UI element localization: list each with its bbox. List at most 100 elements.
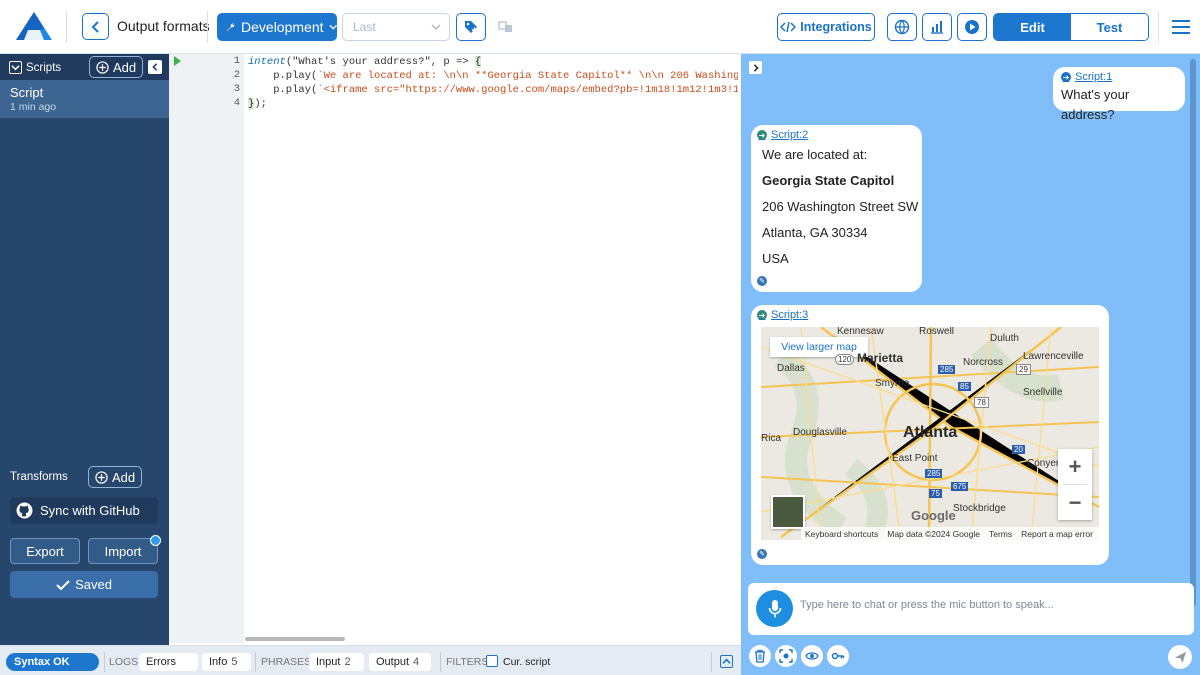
input-filter[interactable]: Input 2 — [309, 653, 364, 671]
code-line[interactable]: }); — [248, 97, 738, 111]
chevron-up-icon — [722, 658, 731, 664]
microphone-icon — [768, 599, 781, 617]
script-source-link[interactable]: ➜ Script:3 — [757, 309, 1109, 321]
run-line-icon[interactable] — [174, 56, 181, 66]
branch-dropdown[interactable]: Development — [217, 13, 337, 41]
line-number: 2 — [233, 69, 240, 81]
clear-chat-button[interactable] — [749, 645, 771, 667]
info-filter[interactable]: Info 5 — [202, 653, 251, 671]
tab-edit[interactable]: Edit — [994, 14, 1071, 40]
output-filter[interactable]: Output 4 — [369, 653, 431, 671]
report-error-link[interactable]: Report a map error — [1021, 529, 1093, 539]
line-number: 3 — [233, 83, 240, 95]
embedded-map[interactable]: View larger map Kennesaw Roswell Duluth … — [761, 327, 1099, 540]
map-label: Duluth — [990, 333, 1019, 344]
analytics-button[interactable] — [922, 13, 952, 41]
integrations-button[interactable]: Integrations — [777, 13, 875, 41]
scripts-toggle[interactable]: Scripts — [9, 61, 61, 74]
map-label: Atlanta — [903, 424, 958, 441]
saved-button[interactable]: Saved — [10, 571, 158, 598]
map-label: Kennesaw — [837, 327, 884, 337]
divider — [440, 652, 441, 672]
edit-icon[interactable]: ✎ — [757, 549, 767, 559]
satellite-toggle[interactable] — [771, 495, 805, 529]
import-label: Import — [104, 543, 142, 559]
code-line[interactable]: intent("What's your address?", p => { — [248, 55, 738, 69]
add-label: Add — [112, 469, 136, 485]
errors-filter[interactable]: Errors — [139, 653, 198, 671]
road-shield: 675 — [951, 482, 969, 491]
edit-icon[interactable]: ✎ — [757, 276, 767, 286]
integrations-label: Integrations — [800, 20, 872, 34]
export-button[interactable]: Export — [10, 538, 80, 564]
chat-input-placeholder[interactable]: Type here to chat or press the mic butto… — [800, 599, 1054, 611]
collapse-chat-button[interactable] — [749, 61, 762, 74]
current-script-checkbox[interactable] — [486, 655, 498, 667]
auth-key-button[interactable] — [827, 645, 849, 667]
editor-gutter — [169, 54, 244, 643]
message-line: USA — [762, 251, 789, 266]
send-button[interactable] — [1168, 645, 1192, 669]
divider — [1158, 11, 1159, 43]
script-source-link[interactable]: ➜ Script:1 — [1061, 71, 1177, 83]
scan-icon — [779, 649, 793, 663]
trash-icon — [755, 649, 765, 663]
play-button[interactable] — [957, 13, 987, 41]
deploy-button[interactable] — [456, 13, 486, 41]
view-larger-map-link[interactable]: View larger map — [770, 337, 868, 357]
chevron-down-icon — [9, 61, 22, 74]
map-label: Dallas — [777, 363, 805, 374]
check-icon — [56, 579, 70, 590]
mic-button[interactable] — [756, 590, 793, 627]
horizontal-scrollbar[interactable] — [245, 637, 345, 641]
tab-test[interactable]: Test — [1071, 14, 1148, 40]
scripts-sidebar: Scripts Add Script 1 min ago Transforms … — [0, 54, 169, 645]
compare-button[interactable] — [491, 13, 521, 41]
play-circle-icon — [965, 20, 979, 34]
chevron-left-icon — [152, 63, 158, 71]
script-list-item[interactable]: Script 1 min ago — [0, 80, 169, 118]
map-label: Marietta — [857, 351, 904, 365]
test-chat-panel: ➜ Script:1 What's your address? ➜ Script:2… — [741, 54, 1200, 675]
line-number: 1 — [233, 55, 240, 67]
chat-scrollbar[interactable] — [1190, 59, 1196, 607]
map-data-credit: Map data ©2024 Google — [887, 528, 980, 539]
visual-state-button[interactable] — [801, 645, 823, 667]
map-label: Stockbridge — [953, 503, 1006, 514]
user-message: ➜ Script:1 What's your address? — [1053, 67, 1185, 122]
add-script-button[interactable]: Add — [89, 56, 144, 78]
scripts-header: Scripts Add — [0, 54, 169, 80]
road-shield: 20 — [1012, 445, 1025, 454]
bar-chart-icon — [931, 21, 943, 34]
import-button[interactable]: Import — [88, 535, 161, 564]
chevron-down-icon — [431, 24, 441, 30]
divider — [255, 652, 256, 672]
app-logo-icon[interactable] — [14, 10, 54, 42]
code-line[interactable]: p.play(`<iframe src="https://www.google.… — [248, 83, 738, 97]
version-select[interactable]: Last — [342, 13, 450, 41]
expand-panel-button[interactable] — [720, 655, 733, 668]
google-logo: Google — [911, 508, 956, 523]
globe-button[interactable] — [887, 13, 917, 41]
road-shield: 29 — [1016, 364, 1031, 375]
keyboard-shortcuts-link[interactable]: Keyboard shortcuts — [805, 529, 878, 539]
code-icon — [780, 21, 797, 33]
screen-capture-button[interactable] — [775, 645, 797, 667]
hamburger-menu-icon[interactable] — [1170, 16, 1192, 38]
script-source-link[interactable]: ➜ Script:2 — [757, 129, 922, 141]
sync-github-button[interactable]: Sync with GitHub — [10, 497, 158, 524]
arrow-right-icon: ➜ — [1061, 72, 1071, 82]
zoom-out-button[interactable]: − — [1058, 485, 1092, 520]
zoom-in-button[interactable]: + — [1058, 449, 1092, 484]
project-title: Output formats — [117, 18, 210, 34]
add-transform-button[interactable]: Add — [88, 466, 143, 488]
collapse-sidebar-button[interactable] — [148, 60, 162, 74]
message-line: We are located at: — [762, 147, 868, 162]
back-button[interactable] — [82, 13, 109, 40]
map-label: Lawrenceville — [1023, 351, 1084, 362]
code-line[interactable]: p.play(`We are located at: \n\n **Georgi… — [248, 69, 738, 83]
line-number: 4 — [233, 97, 240, 109]
chevron-right-icon — [753, 63, 759, 72]
terms-link[interactable]: Terms — [989, 529, 1012, 539]
add-label: Add — [113, 59, 137, 75]
